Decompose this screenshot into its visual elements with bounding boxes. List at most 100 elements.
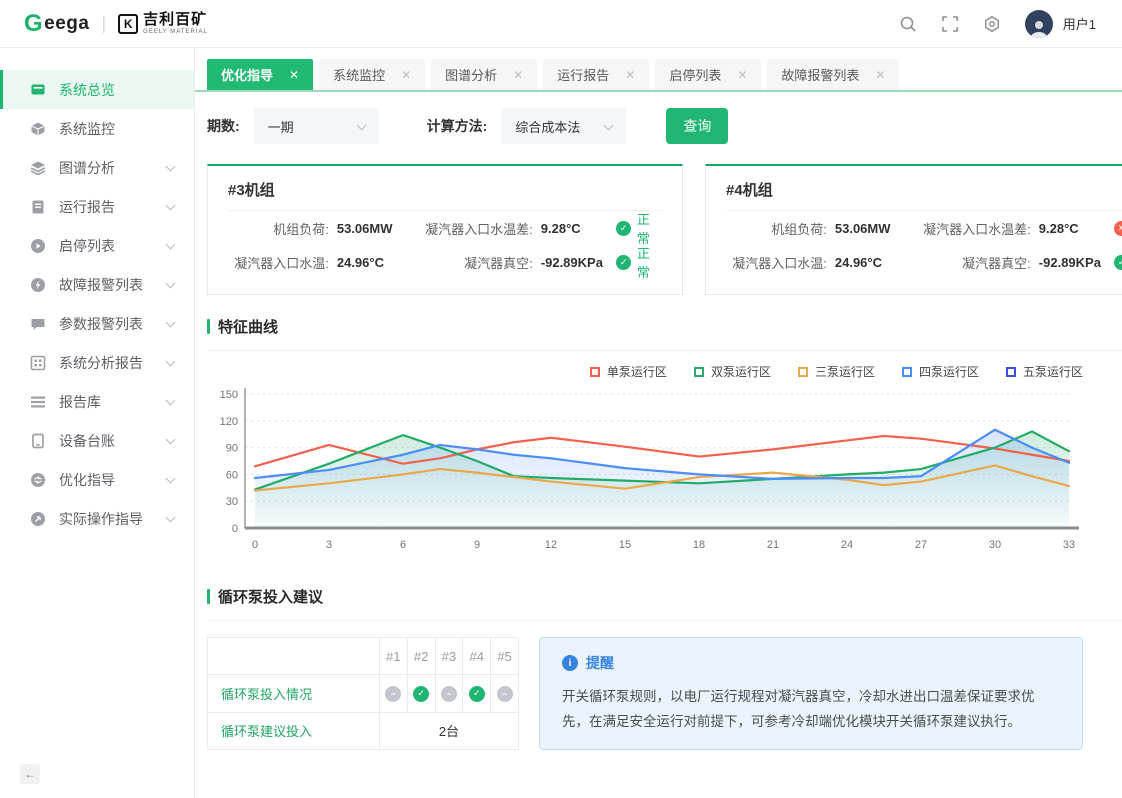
- metric-value: 53.06MW: [827, 221, 913, 236]
- sidebar-item-2[interactable]: 系统监控: [0, 109, 194, 148]
- close-icon[interactable]: ✕: [625, 68, 635, 82]
- svg-text:27: 27: [915, 539, 927, 551]
- pump-advice-table: #1#2#3#4#5 循环泵投入情况 −✓−✓− 循环泵建议投入 2台: [207, 637, 519, 750]
- sidebar-item-12[interactable]: 实际操作指导: [0, 499, 194, 538]
- method-select-value: 综合成本法: [515, 117, 580, 136]
- legend-label: 单泵运行区: [607, 363, 667, 380]
- feature-curve-chart: 030609012015003691215182124273033: [207, 382, 1083, 560]
- method-select[interactable]: 综合成本法: [501, 108, 626, 144]
- close-icon[interactable]: ✕: [875, 68, 885, 82]
- legend-item[interactable]: 双泵运行区: [694, 363, 771, 380]
- legend-item[interactable]: 五泵运行区: [1006, 363, 1083, 380]
- check-circle-icon: ✓: [413, 686, 429, 702]
- pump-state-cell: ✓: [463, 675, 491, 713]
- geely-mark-icon: K: [118, 14, 138, 34]
- legend-swatch-icon: [694, 367, 704, 377]
- tab-5[interactable]: 启停列表 ✕: [655, 59, 761, 90]
- sidebar-collapse-button[interactable]: ←: [20, 764, 40, 784]
- svg-text:6: 6: [400, 539, 406, 551]
- unit-card-4: #4机组 机组负荷: 53.06MW 凝汽器入口水温差: 9.28°C ✕异常 …: [705, 164, 1122, 295]
- svg-text:9: 9: [474, 539, 480, 551]
- tab-1[interactable]: 优化指导✕: [207, 59, 313, 90]
- metric-value: 9.28°C: [1031, 221, 1115, 236]
- tab-3[interactable]: 图谱分析✕: [431, 59, 537, 90]
- notice-box: i 提醒 开关循环泵规则，以电厂运行规程对凝汽器真空，冷却水进出口温差保证要求优…: [539, 637, 1083, 750]
- sidebar-item-9[interactable]: 报告库: [0, 382, 194, 421]
- table-header-cell: #2: [407, 638, 435, 675]
- legend-item[interactable]: 三泵运行区: [798, 363, 875, 380]
- chevron-down-icon: [166, 161, 176, 171]
- legend-label: 四泵运行区: [919, 363, 979, 380]
- sidebar-item-4[interactable]: 运行报告: [0, 187, 194, 226]
- section-divider: [207, 350, 1122, 351]
- section-title-bar: [207, 319, 210, 334]
- chevron-down-icon: [166, 473, 176, 483]
- chevron-down-icon: [604, 120, 614, 130]
- tab-label: 启停列表: [669, 65, 721, 84]
- layers-icon: [30, 160, 46, 176]
- table-header-cell: #1: [379, 638, 407, 675]
- sidebar-item-7[interactable]: 参数报警列表: [0, 304, 194, 343]
- sidebar-item-11[interactable]: 优化指导: [0, 460, 194, 499]
- metric-value: -92.89KPa: [1031, 255, 1115, 270]
- app-header: Geega | K 吉利百矿 GEELY MATERIAL 用户1: [0, 0, 1122, 48]
- sidebar-item-5[interactable]: 启停列表: [0, 226, 194, 265]
- section-title-bar: [207, 589, 210, 604]
- sidebar-item-6[interactable]: 故障报警列表: [0, 265, 194, 304]
- search-icon[interactable]: [899, 15, 917, 33]
- geega-g-icon: G: [24, 10, 43, 38]
- pump-section-title: 循环泵投入建议: [207, 586, 1083, 607]
- operation-icon: [30, 511, 46, 527]
- sidebar-item-10[interactable]: 设备台账: [0, 421, 194, 460]
- brand-name-cn: 吉利百矿: [143, 12, 208, 27]
- legend-label: 五泵运行区: [1023, 363, 1083, 380]
- settings-gear-icon[interactable]: [983, 15, 1001, 33]
- status-icon: ✕: [1114, 221, 1122, 236]
- sidebar-item-label: 系统总览: [59, 80, 115, 100]
- tab-2[interactable]: 系统监控✕: [319, 59, 425, 90]
- list-icon: [30, 394, 46, 410]
- sidebar-item-label: 设备台账: [59, 431, 115, 451]
- legend-label: 双泵运行区: [711, 363, 771, 380]
- legend-item[interactable]: 四泵运行区: [902, 363, 979, 380]
- sidebar-item-label: 启停列表: [59, 236, 115, 256]
- chevron-down-icon: [166, 512, 176, 522]
- sidebar-item-label: 实际操作指导: [59, 509, 143, 529]
- sidebar-item-3[interactable]: 图谱分析: [0, 148, 194, 187]
- unit-card-title: #3机组: [228, 179, 662, 211]
- svg-text:120: 120: [220, 416, 238, 428]
- tab-label: 故障报警列表: [781, 65, 859, 84]
- legend-swatch-icon: [798, 367, 808, 377]
- legend-swatch-icon: [1006, 367, 1016, 377]
- pump-advice-value: 2台: [379, 712, 518, 750]
- metric-value: 9.28°C: [533, 221, 617, 236]
- sidebar-item-8[interactable]: 系统分析报告: [0, 343, 194, 382]
- close-icon[interactable]: ✕: [513, 68, 523, 82]
- sidebar-item-label: 系统监控: [59, 119, 115, 139]
- play-circle-icon: [30, 238, 46, 254]
- sidebar-item-label: 图谱分析: [59, 158, 115, 178]
- optimize-icon: [30, 472, 46, 488]
- user-avatar[interactable]: [1025, 10, 1053, 38]
- metric-value: 24.96°C: [329, 255, 415, 270]
- svg-text:21: 21: [767, 539, 779, 551]
- tab-4[interactable]: 运行报告✕: [543, 59, 649, 90]
- alarm-icon: [30, 277, 46, 293]
- period-select[interactable]: 一期: [254, 108, 379, 144]
- minus-circle-icon: −: [497, 686, 513, 702]
- svg-text:33: 33: [1063, 539, 1075, 551]
- close-icon[interactable]: ✕: [401, 68, 411, 82]
- query-button[interactable]: 查询: [666, 108, 728, 144]
- table-header-cell: #5: [491, 638, 519, 675]
- svg-text:24: 24: [841, 539, 853, 551]
- user-menu[interactable]: 用户1: [1025, 10, 1096, 38]
- svg-text:15: 15: [619, 539, 631, 551]
- legend-item[interactable]: 单泵运行区: [590, 363, 667, 380]
- tab-6[interactable]: 故障报警列表 ✕: [767, 59, 899, 90]
- fullscreen-icon[interactable]: [941, 15, 959, 33]
- geega-logo-text: eega: [44, 13, 89, 35]
- sidebar-item-1[interactable]: 系统总览: [0, 70, 194, 109]
- close-icon[interactable]: ✕: [289, 68, 299, 82]
- info-icon: i: [562, 655, 578, 671]
- close-icon[interactable]: ✕: [737, 68, 747, 82]
